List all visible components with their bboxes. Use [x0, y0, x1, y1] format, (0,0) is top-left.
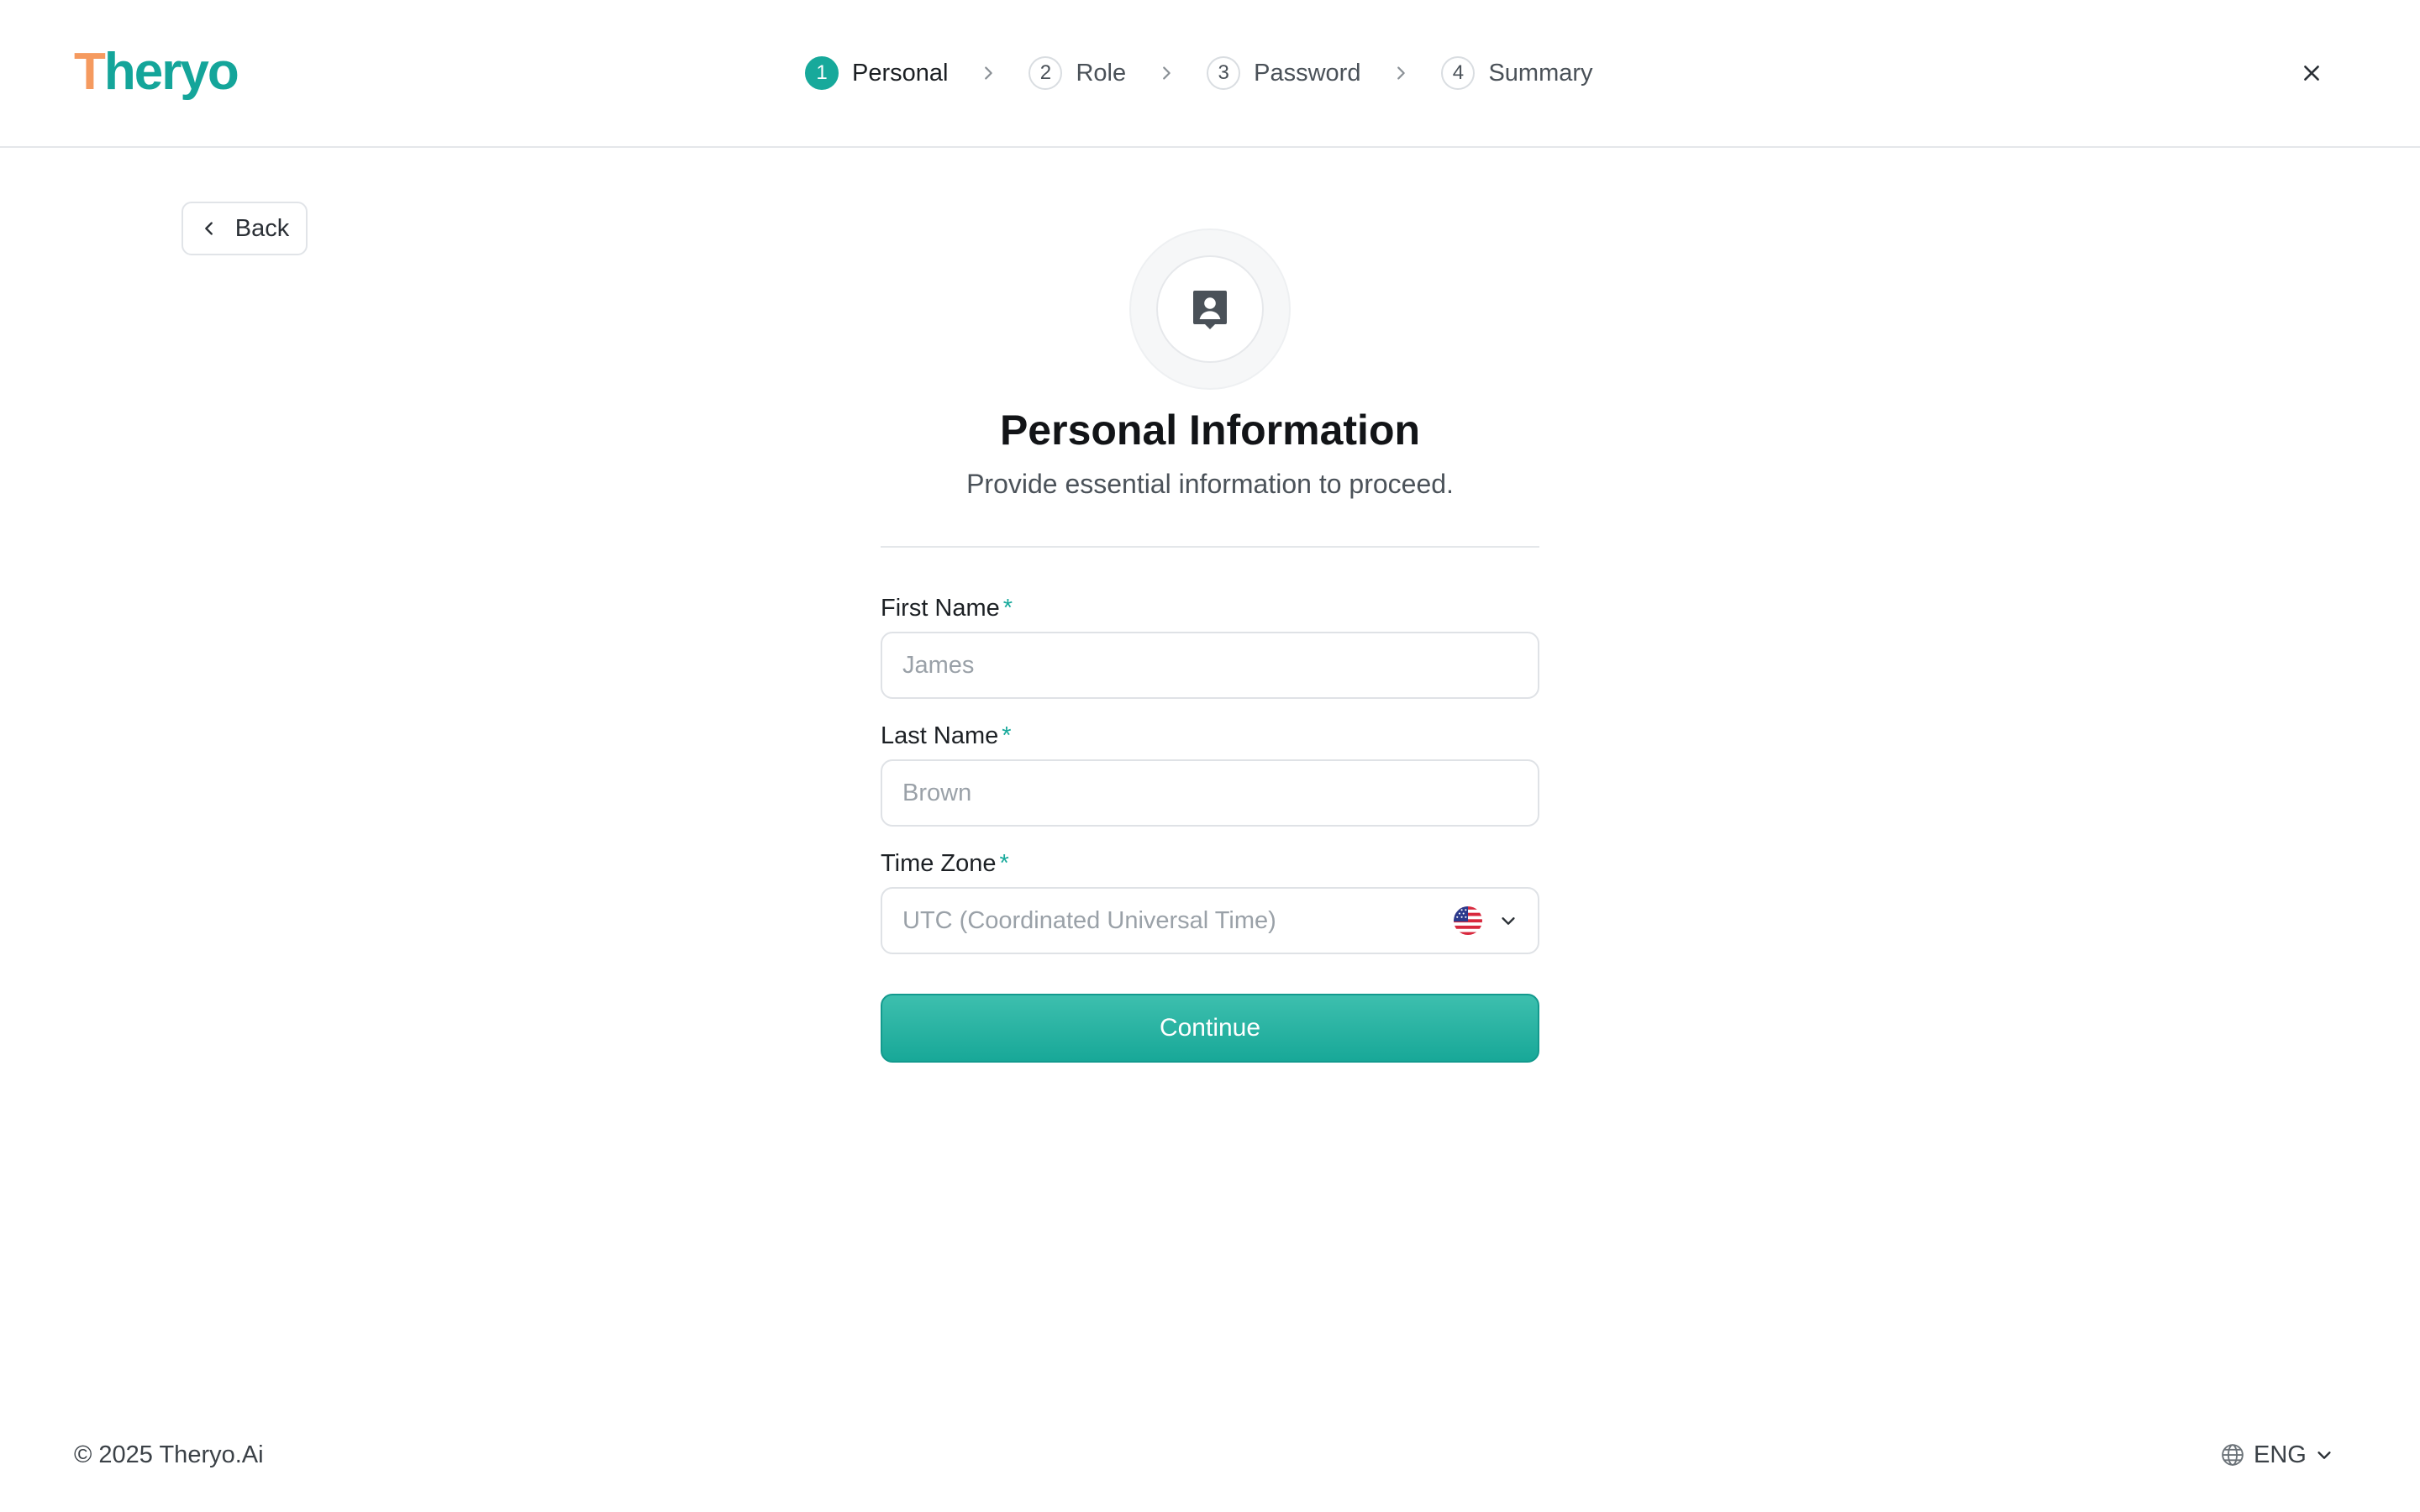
step-label: Password: [1254, 59, 1361, 87]
first-name-label: First Name *: [881, 591, 1013, 625]
first-name-input[interactable]: [881, 632, 1539, 699]
step-number: 3: [1207, 56, 1241, 90]
chevron-down-icon: [2317, 1452, 2331, 1459]
close-icon: [2304, 66, 2319, 81]
step-label: Role: [1076, 59, 1127, 87]
first-name-label-text: First Name: [881, 595, 1000, 622]
hero-icon-badge: [1129, 228, 1291, 390]
time-zone-label: Time Zone *: [881, 847, 1009, 880]
last-name-label-text: Last Name: [881, 722, 999, 749]
required-asterisk: *: [999, 850, 1009, 877]
step-label: Summary: [1488, 59, 1593, 87]
step-number: 1: [805, 56, 839, 90]
chevron-right-icon: [971, 56, 1005, 90]
back-button[interactable]: Back: [182, 202, 308, 255]
hero-icon-circle: [1156, 255, 1264, 363]
divider: [881, 546, 1539, 548]
logo-letter-t: T: [74, 43, 106, 101]
language-selector[interactable]: ENG: [2220, 1438, 2333, 1472]
step-personal[interactable]: 1 Personal: [805, 56, 948, 90]
chevron-down-icon: [1502, 917, 1515, 925]
step-role[interactable]: 2 Role: [1028, 56, 1126, 90]
last-name-label: Last Name *: [881, 719, 1012, 753]
logo-text: heryo: [103, 43, 239, 101]
contact-card-icon: [1193, 291, 1227, 329]
continue-button[interactable]: Continue: [881, 994, 1539, 1063]
time-zone-label-text: Time Zone: [881, 850, 997, 877]
step-number: 4: [1441, 56, 1476, 90]
language-label: ENG: [2254, 1441, 2307, 1468]
required-asterisk: *: [1002, 595, 1013, 622]
page-subtitle: Provide essential information to proceed…: [966, 469, 1454, 499]
globe-icon: [2222, 1444, 2244, 1466]
step-summary[interactable]: 4 Summary: [1441, 56, 1593, 90]
chevron-right-icon: [1150, 56, 1183, 90]
step-password[interactable]: 3 Password: [1207, 56, 1360, 90]
chevron-left-icon: [204, 222, 213, 235]
step-label: Personal: [852, 59, 949, 87]
required-asterisk: *: [1002, 722, 1012, 749]
step-number: 2: [1028, 56, 1063, 90]
continue-label: Continue: [1159, 1014, 1261, 1042]
theryo-logo[interactable]: Theryo: [74, 42, 239, 102]
us-flag-icon: [1454, 906, 1482, 935]
time-zone-select[interactable]: UTC (Coordinated Universal Time): [881, 887, 1539, 954]
chevron-right-icon: [1384, 56, 1418, 90]
close-button[interactable]: [2294, 55, 2329, 91]
page-title: Personal Information: [999, 407, 1421, 454]
top-header: Theryo 1 Personal 2 Role 3 Password 4 Su…: [0, 0, 2420, 148]
progress-stepper: 1 Personal 2 Role 3 Password 4 Summary: [805, 55, 1593, 91]
time-zone-value: UTC (Coordinated Universal Time): [902, 906, 1276, 934]
copyright-text: © 2025 Theryo.Ai: [74, 1441, 264, 1468]
signup-page: Theryo 1 Personal 2 Role 3 Password 4 Su…: [0, 0, 2420, 1512]
back-label: Back: [234, 214, 290, 242]
last-name-input[interactable]: [881, 759, 1539, 827]
